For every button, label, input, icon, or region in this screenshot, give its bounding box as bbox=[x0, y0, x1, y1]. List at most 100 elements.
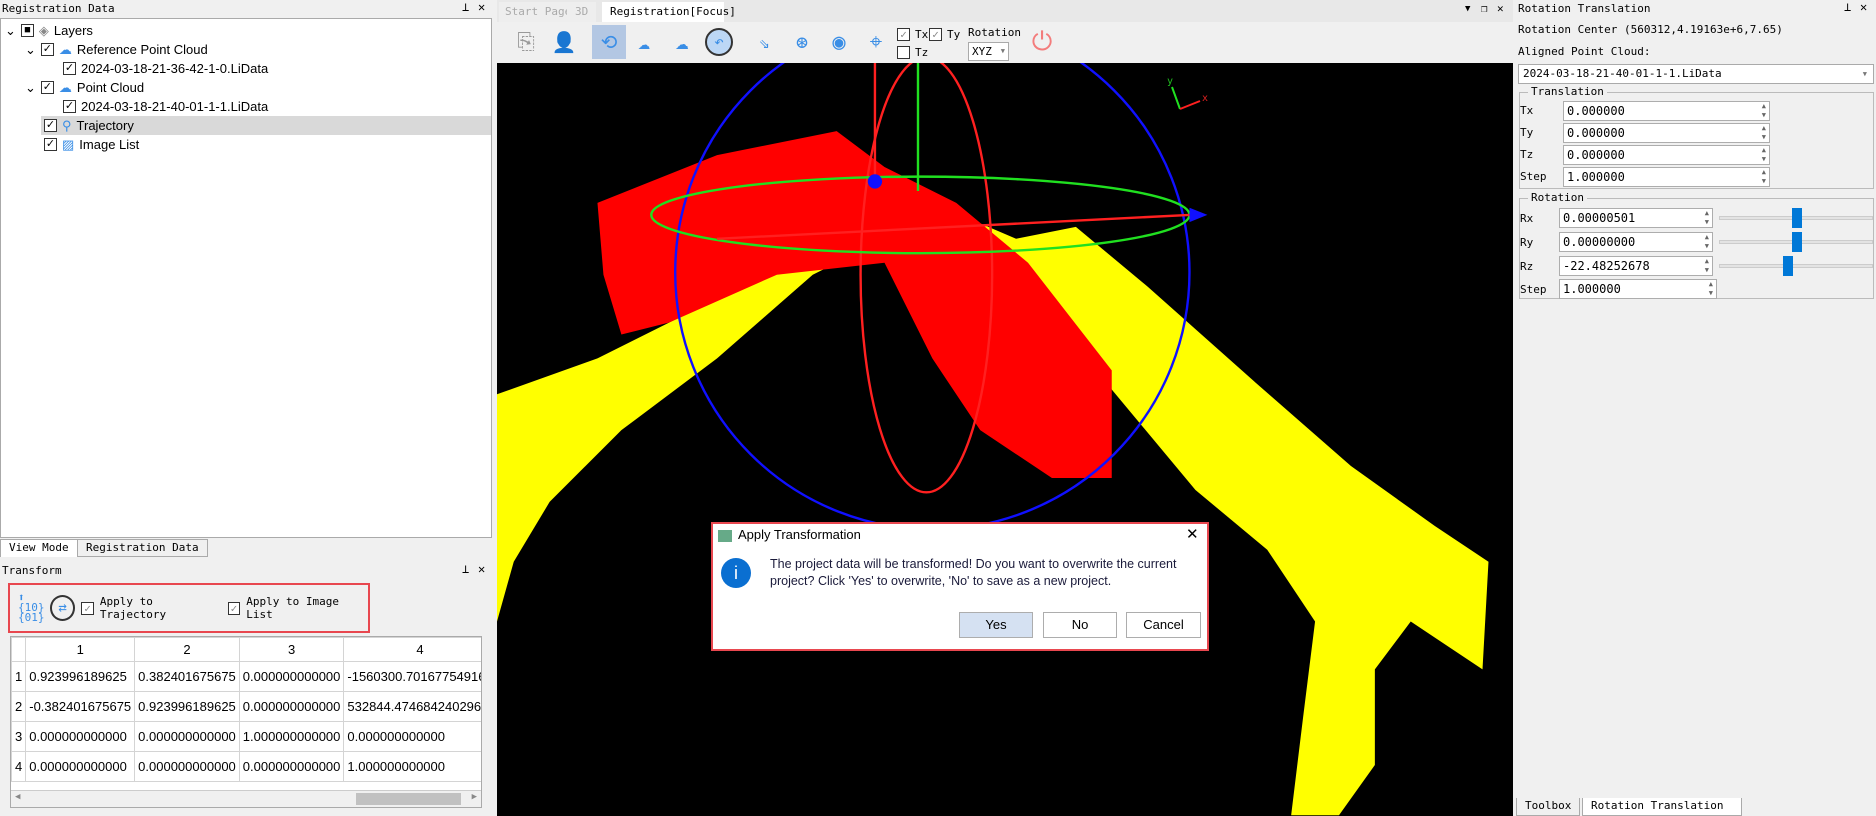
tab-view-mode[interactable]: View Mode bbox=[0, 539, 78, 557]
no-button[interactable]: No bbox=[1043, 612, 1117, 638]
checkbox-partial[interactable]: ■ bbox=[20, 24, 34, 37]
matrix-cell[interactable]: 0.382401675675 bbox=[134, 661, 240, 692]
slider-thumb[interactable] bbox=[1783, 256, 1794, 276]
slider-thumb[interactable] bbox=[1792, 208, 1802, 228]
pin-icon[interactable]: ⊥ bbox=[462, 562, 469, 576]
matrix-import-icon[interactable]: ⬆ {10} {01} bbox=[18, 592, 45, 623]
tab-3d[interactable]: 3D bbox=[567, 2, 597, 22]
scroll-right-icon[interactable]: ▶ bbox=[472, 792, 477, 802]
rz-slider[interactable] bbox=[1719, 256, 1873, 276]
tz-spinbox[interactable]: 0.000000 ▲ ▼ bbox=[1563, 145, 1770, 165]
tx-checkbox[interactable]: ✓ bbox=[897, 28, 910, 41]
spin-arrows-icon[interactable]: ▲ ▼ bbox=[1762, 146, 1766, 164]
spin-arrows-icon[interactable]: ▲ ▼ bbox=[1705, 233, 1709, 251]
import-icon[interactable]: ⎘ bbox=[509, 25, 543, 59]
apply-transform-icon[interactable]: ⇄ bbox=[50, 595, 76, 621]
column-header[interactable]: 3 bbox=[238, 637, 345, 662]
matrix-cell[interactable]: 1.000000000000 bbox=[343, 751, 481, 782]
scroll-left-icon[interactable]: ◀ bbox=[15, 792, 20, 802]
undo-icon[interactable]: ↶ bbox=[702, 25, 736, 59]
close-icon[interactable]: ✕ bbox=[1497, 2, 1504, 15]
spin-arrows-icon[interactable]: ▲ ▼ bbox=[1762, 168, 1766, 186]
tab-start-page[interactable]: Start Page bbox=[499, 2, 578, 22]
yes-button[interactable]: Yes bbox=[959, 612, 1033, 638]
checkbox[interactable]: ✓ bbox=[44, 138, 57, 151]
chevron-down-icon[interactable]: ⌄ bbox=[5, 21, 16, 40]
tree-item-image-list[interactable]: ✓ ▨ Image List bbox=[44, 135, 139, 154]
row-header[interactable]: 1 bbox=[11, 661, 27, 692]
column-header[interactable]: 4 bbox=[343, 637, 481, 662]
close-icon[interactable]: ✕ bbox=[1860, 0, 1867, 14]
spin-arrows-icon[interactable]: ▲ ▼ bbox=[1709, 280, 1713, 298]
spin-arrows-icon[interactable]: ▲ ▼ bbox=[1762, 102, 1766, 120]
matrix-cell[interactable]: -1560300.701677549165 bbox=[343, 661, 481, 692]
point-cloud-view[interactable]: y x bbox=[497, 63, 1513, 816]
tree-item-point-cloud[interactable]: ⌄ ✓ ☁ Point Cloud bbox=[25, 78, 144, 97]
matrix-cell[interactable]: 0.000000000000 bbox=[343, 721, 481, 752]
tab-toolbox[interactable]: Toolbox bbox=[1516, 798, 1581, 816]
eye-icon[interactable]: ◉ bbox=[822, 25, 856, 59]
apply-image-list-checkbox[interactable]: ✓ bbox=[227, 601, 241, 615]
matrix-cell[interactable]: 0.000000000000 bbox=[25, 721, 136, 752]
restore-icon[interactable]: ❐ bbox=[1481, 2, 1488, 15]
checkbox[interactable]: ✓ bbox=[40, 81, 54, 94]
checkbox[interactable]: ✓ bbox=[63, 100, 76, 113]
ty-checkbox[interactable]: ✓ bbox=[929, 28, 942, 41]
3d-viewport[interactable]: y x bbox=[497, 63, 1513, 816]
tree-item-file[interactable]: ✓ 2024-03-18-21-40-01-1-1.LiData bbox=[63, 97, 268, 116]
matrix-cell[interactable]: 1.000000000000 bbox=[238, 721, 345, 752]
dropdown-icon[interactable]: ▼ bbox=[1465, 4, 1470, 14]
chevron-down-icon[interactable]: ⌄ bbox=[25, 40, 36, 59]
matrix-cell[interactable]: 0.000000000000 bbox=[238, 691, 345, 722]
ry-slider[interactable] bbox=[1719, 232, 1873, 252]
target-icon[interactable]: ⌖ bbox=[859, 25, 893, 59]
row-header[interactable]: 3 bbox=[11, 721, 27, 752]
horizontal-scrollbar[interactable]: ◀ ▶ bbox=[11, 790, 481, 807]
cloud-match-icon[interactable]: ⇘ bbox=[747, 25, 781, 59]
aligned-point-cloud-select[interactable]: 2024-03-18-21-40-01-1-1.LiData ▼ bbox=[1518, 64, 1874, 84]
rz-spinbox[interactable]: -22.48252678 ▲ ▼ bbox=[1559, 256, 1713, 276]
rx-slider[interactable] bbox=[1719, 208, 1873, 228]
row-header[interactable]: 2 bbox=[11, 691, 27, 722]
spin-arrows-icon[interactable]: ▲ ▼ bbox=[1705, 257, 1709, 275]
power-icon[interactable]: ⏻ bbox=[1025, 25, 1059, 59]
checkbox[interactable]: ✓ bbox=[44, 119, 57, 132]
scrollbar-thumb[interactable] bbox=[356, 793, 461, 805]
tree-item-file[interactable]: ✓ 2024-03-18-21-36-42-1-0.LiData bbox=[63, 59, 268, 78]
ty-spinbox[interactable]: 0.000000 ▲ ▼ bbox=[1563, 123, 1770, 143]
chevron-down-icon[interactable]: ⌄ bbox=[25, 78, 36, 97]
spin-arrows-icon[interactable]: ▲ ▼ bbox=[1705, 209, 1709, 227]
matrix-cell[interactable]: 0.923996189625 bbox=[134, 691, 240, 722]
cloud-icon[interactable]: ☁ bbox=[665, 25, 699, 59]
column-header[interactable]: 1 bbox=[25, 637, 136, 662]
matrix-cell[interactable]: -0.382401675675 bbox=[25, 691, 136, 722]
ry-spinbox[interactable]: 0.00000000 ▲ ▼ bbox=[1559, 232, 1713, 252]
close-icon[interactable]: ✕ bbox=[478, 562, 485, 576]
tz-checkbox[interactable] bbox=[897, 46, 910, 59]
matrix-cell[interactable]: 0.923996189625 bbox=[25, 661, 136, 692]
rotation-order-select[interactable]: XYZ ▼ bbox=[968, 42, 1009, 61]
slider-thumb[interactable] bbox=[1792, 232, 1802, 252]
rx-spinbox[interactable]: 0.00000501 ▲ ▼ bbox=[1559, 208, 1713, 228]
matrix-cell[interactable]: 0.000000000000 bbox=[238, 661, 345, 692]
rotate-axis-icon[interactable]: ⟲ bbox=[592, 25, 626, 59]
tree-item-layers[interactable]: ⌄ ■ ◈ Layers bbox=[5, 21, 93, 40]
dialog-close-icon[interactable]: ✕ bbox=[1186, 525, 1199, 543]
close-icon[interactable]: ✕ bbox=[478, 0, 485, 14]
matrix-cell[interactable]: 0.000000000000 bbox=[134, 751, 240, 782]
row-header[interactable]: 4 bbox=[11, 751, 27, 782]
matrix-cell[interactable]: 532844.474684240296 bbox=[343, 691, 481, 722]
column-header[interactable]: 2 bbox=[134, 637, 240, 662]
tree-item-reference-cloud[interactable]: ⌄ ✓ ☁ Reference Point Cloud bbox=[25, 40, 208, 59]
matrix-cell[interactable]: 0.000000000000 bbox=[238, 751, 345, 782]
pick-user-icon[interactable]: 👤 bbox=[547, 25, 581, 59]
apply-trajectory-checkbox[interactable]: ✓ bbox=[81, 601, 94, 615]
cancel-button[interactable]: Cancel bbox=[1126, 612, 1201, 638]
rotation-step-spinbox[interactable]: 1.000000 ▲ ▼ bbox=[1559, 279, 1717, 299]
tx-spinbox[interactable]: 0.000000 ▲ ▼ bbox=[1563, 101, 1770, 121]
spin-arrows-icon[interactable]: ▲ ▼ bbox=[1762, 124, 1766, 142]
matrix-cell[interactable]: 0.000000000000 bbox=[134, 721, 240, 752]
tab-rotation-translation[interactable]: Rotation Translation bbox=[1582, 798, 1742, 816]
tree-item-trajectory[interactable]: ✓ ⚲ Trajectory bbox=[41, 116, 491, 135]
tab-registration-data[interactable]: Registration Data bbox=[77, 539, 208, 557]
